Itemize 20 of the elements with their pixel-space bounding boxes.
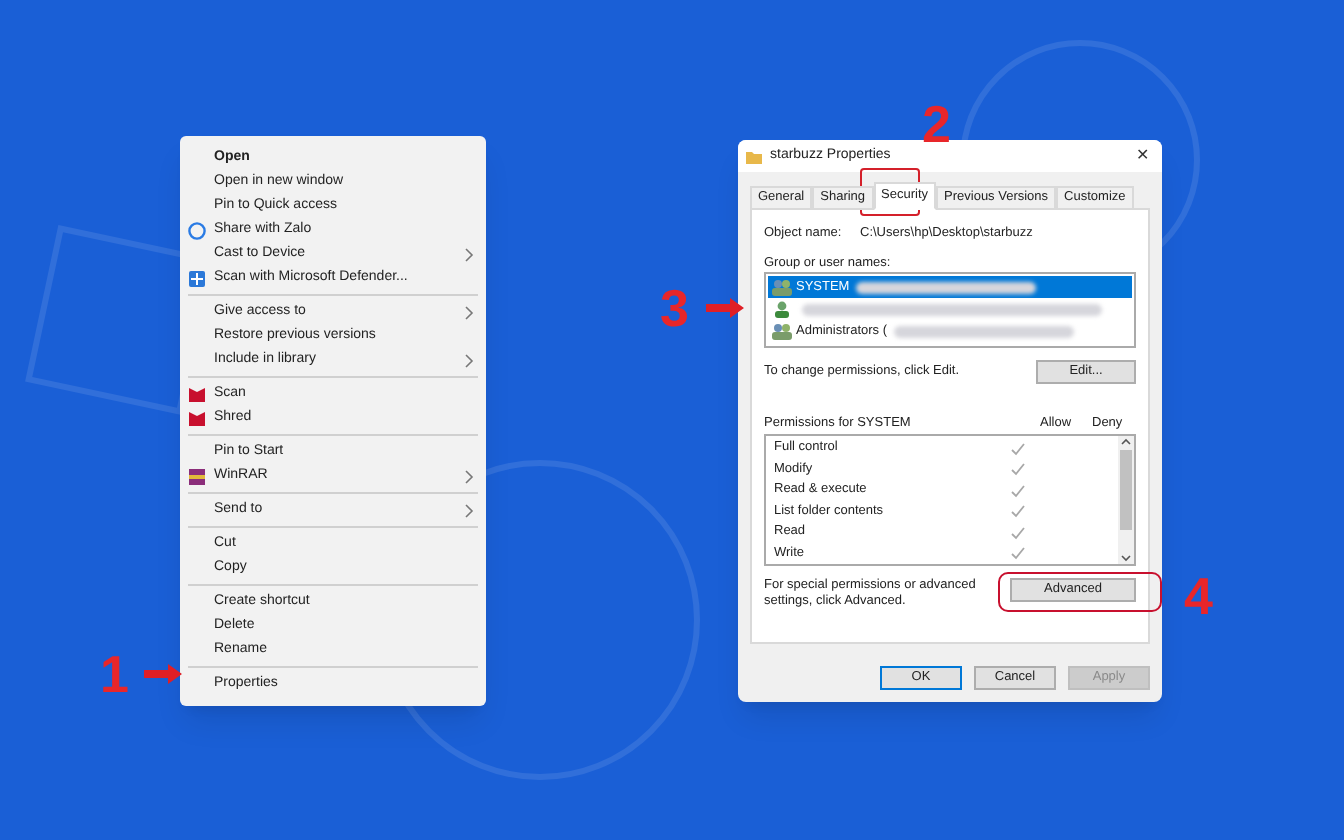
chevron-right-icon — [464, 503, 474, 517]
scroll-down-icon — [1120, 552, 1132, 564]
scrollbar[interactable] — [1118, 436, 1134, 564]
step-number: 2 — [922, 96, 951, 152]
chevron-right-icon — [464, 247, 474, 261]
chevron-right-icon — [464, 305, 474, 319]
chevron-right-icon — [464, 469, 474, 483]
arrow-icon — [706, 296, 744, 320]
step-number: 4 — [1184, 568, 1213, 624]
chevron-right-icon — [464, 353, 474, 367]
step-number: 3 — [660, 280, 689, 336]
step-number: 1 — [100, 646, 129, 702]
user-group-icon — [772, 278, 792, 296]
folder-icon — [746, 149, 762, 163]
user-group-icon — [772, 322, 792, 340]
arrow-icon — [144, 662, 182, 686]
archive-icon — [188, 467, 206, 485]
scroll-up-icon — [1120, 436, 1132, 448]
close-button[interactable]: ✕ — [1132, 144, 1154, 168]
user-icon — [772, 300, 792, 318]
